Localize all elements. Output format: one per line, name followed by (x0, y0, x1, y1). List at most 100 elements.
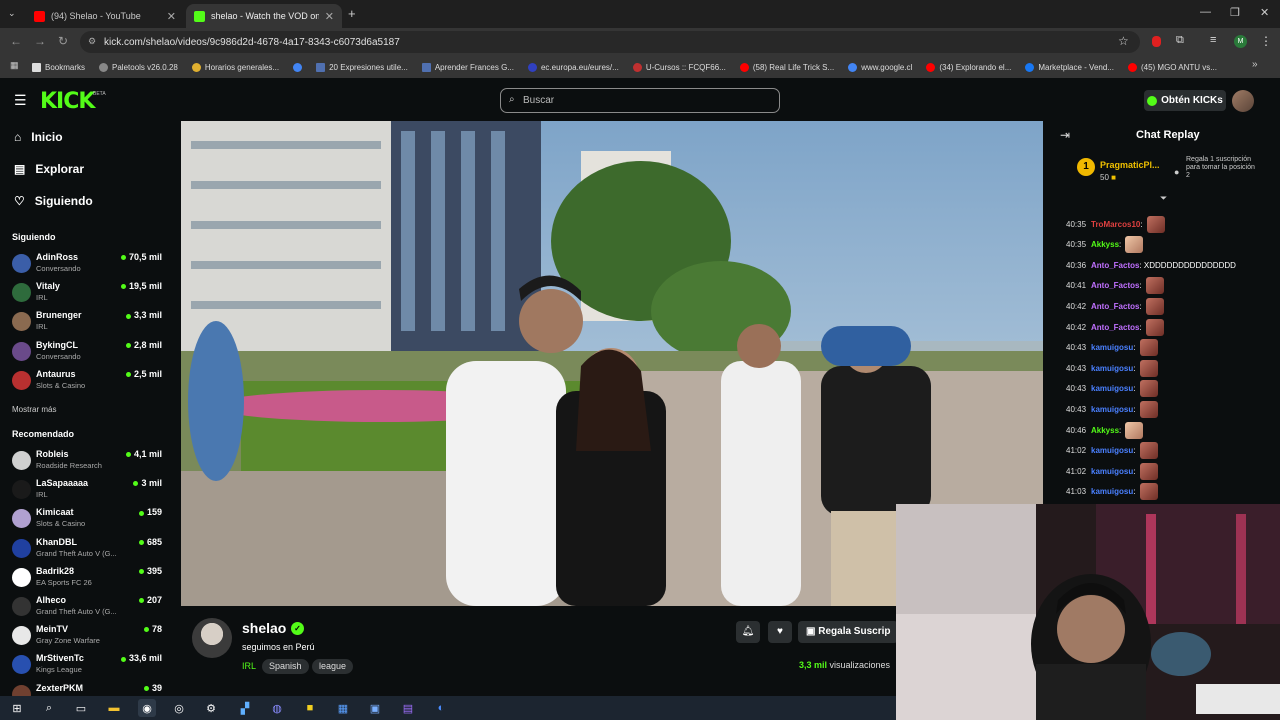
streamer-name[interactable]: shelao (242, 620, 286, 636)
app-icon[interactable]: ▞ (236, 699, 254, 717)
expand-chevron-icon[interactable]: ⏷ (1160, 193, 1167, 204)
bookmark-item[interactable]: Marketplace - Vend... (1025, 62, 1114, 72)
heart-follow-icon[interactable]: ♥ (768, 621, 792, 643)
user-avatar[interactable] (1232, 90, 1254, 112)
ea-app-icon[interactable]: ◐ (432, 699, 450, 717)
tag-pill[interactable]: Spanish (262, 659, 309, 674)
discord-icon[interactable]: ◍ (268, 699, 286, 717)
gift-sub-button[interactable]: ▣ Regala Suscrip (798, 621, 898, 643)
chat-username[interactable]: kamuigosu (1091, 364, 1133, 373)
new-tab-icon[interactable]: + (348, 6, 356, 21)
chat-username[interactable]: kamuigosu (1091, 343, 1133, 352)
forward-icon[interactable]: → (34, 34, 46, 48)
search-input[interactable]: ⌕ Buscar (500, 88, 780, 113)
sidebar-channel[interactable]: Kimicaat Slots & Casino 159 (12, 507, 162, 535)
chat-username[interactable]: Anto_Factos (1091, 261, 1139, 270)
chat-username[interactable]: kamuigosu (1091, 446, 1133, 455)
reload-icon[interactable]: ↻ (58, 34, 68, 48)
sidebar-channel[interactable]: LaSapaaaaa IRL 3 mil (12, 478, 162, 506)
bookmark-item[interactable]: Bookmarks (32, 62, 85, 72)
calendar-icon[interactable]: ▦ (334, 699, 352, 717)
bookmark-item[interactable] (293, 62, 303, 72)
nav-siguiendo[interactable]: ♡ Siguiendo (14, 194, 93, 208)
sidebar-channel[interactable]: Brunenger IRL 3,3 mil (12, 310, 162, 338)
tab-title: shelao - Watch the VOD on (211, 11, 319, 21)
bookmark-item[interactable]: (58) Real Life Trick S... (739, 62, 834, 72)
tab-kick[interactable]: shelao - Watch the VOD on ✕ (186, 4, 342, 28)
restore-icon[interactable]: ❐ (1230, 6, 1240, 19)
bell-icon[interactable]: 🔔︎ (736, 621, 760, 643)
star-icon[interactable]: ☆ (1118, 34, 1129, 48)
sidebar-channel[interactable]: Vitaly IRL 19,5 mil (12, 281, 162, 309)
close-icon[interactable]: ✕ (325, 10, 334, 23)
sidebar-channel[interactable]: Alheco Grand Theft Auto V (G... 207 (12, 595, 162, 623)
nav-inicio[interactable]: ⌂ Inicio (14, 130, 63, 144)
sidebar-channel[interactable]: Badrik28 EA Sports FC 26 395 (12, 566, 162, 594)
bookmark-item[interactable]: (34) Explorando el... (926, 62, 1011, 72)
chat-username[interactable]: kamuigosu (1091, 467, 1133, 476)
more-bookmarks-icon[interactable]: » (1252, 59, 1258, 70)
app-icon[interactable]: ◎ (170, 699, 188, 717)
bookmark-item[interactable]: Horarios generales... (191, 62, 279, 72)
chat-username[interactable]: Akkyss (1091, 240, 1119, 249)
site-info-icon[interactable]: ⚙ (88, 36, 96, 47)
get-kicks-button[interactable]: Obtén KICKs (1144, 90, 1226, 111)
extension-icon[interactable] (1152, 36, 1161, 47)
close-icon[interactable]: ✕ (167, 10, 176, 23)
windows-start-icon[interactable]: ⊞ (8, 699, 26, 717)
apps-grid-icon[interactable]: ▦ (10, 60, 19, 71)
bookmark-item[interactable]: (45) MGO ANTU vs... (1127, 62, 1217, 72)
show-more-link[interactable]: Mostrar más (12, 405, 56, 414)
nav-explorar[interactable]: ▤ Explorar (14, 162, 84, 176)
bookmark-item[interactable]: ec.europa.eu/eures/... (527, 62, 619, 72)
stream-category[interactable]: IRL (242, 661, 256, 671)
hamburger-menu-icon[interactable]: ☰ (14, 92, 27, 109)
url-field[interactable]: ⚙ kick.com/shelao/videos/9c986d2d-4678-4… (80, 31, 1140, 53)
tag-pill[interactable]: league (312, 659, 354, 674)
kick-logo[interactable]: KICK (40, 89, 95, 114)
bookmark-item[interactable]: www.google.cl (848, 62, 912, 72)
tab-youtube[interactable]: (94) Shelao - YouTube ✕ (26, 4, 184, 28)
profile-icon[interactable]: M (1234, 35, 1247, 48)
bookmark-item[interactable]: Aprender Frances G... (421, 62, 514, 72)
chat-username[interactable]: Anto_Factos (1091, 323, 1139, 332)
bookmark-item[interactable]: Paletools v26.0.28 (99, 62, 178, 72)
file-explorer-icon[interactable]: ▬ (105, 699, 123, 717)
sidebar-channel[interactable]: KhanDBL Grand Theft Auto V (G... 685 (12, 537, 162, 565)
top-gifter-name[interactable]: PragmaticPl... (1100, 160, 1160, 170)
menu-kebab-icon[interactable]: ⋮ (1260, 34, 1272, 48)
app-icon[interactable]: ▤ (399, 699, 417, 717)
youtube-icon (34, 10, 45, 22)
sidebar-channel[interactable]: Robleis Roadside Research 4,1 mil (12, 449, 162, 477)
bookmark-item[interactable]: U-Cursos :: FCQF66... (632, 62, 726, 72)
app-icon[interactable]: ▣ (366, 699, 384, 717)
chat-username[interactable]: TroMarcos10 (1091, 220, 1140, 229)
chat-username[interactable]: Anto_Factos (1091, 281, 1139, 290)
chrome-icon[interactable]: ◉ (138, 699, 156, 717)
sidebar-channel[interactable]: MrStivenTc Kings League 33,6 mil (12, 653, 162, 681)
back-icon[interactable]: ← (10, 34, 22, 48)
chat-username[interactable]: Anto_Factos (1091, 302, 1139, 311)
collapse-chat-icon[interactable]: ⇥ (1060, 128, 1070, 142)
sidebar-channel[interactable]: BykingCL Conversando 2,8 mil (12, 340, 162, 368)
extensions-puzzle-icon[interactable]: ⧉ (1176, 34, 1184, 47)
streamer-avatar[interactable] (192, 618, 232, 658)
chat-username[interactable]: Akkyss (1091, 426, 1119, 435)
tab-search-icon[interactable]: ⌄ (8, 8, 16, 19)
chat-emote (1125, 421, 1144, 439)
chat-username[interactable]: kamuigosu (1091, 405, 1133, 414)
youtube-icon (739, 62, 749, 72)
notes-icon[interactable]: ■ (301, 699, 319, 717)
sidebar-channel[interactable]: AdinRoss Conversando 70,5 mil (12, 252, 162, 280)
steam-icon[interactable]: ⚙ (202, 699, 220, 717)
search-icon[interactable]: ⌕ (40, 699, 58, 717)
chat-username[interactable]: kamuigosu (1091, 384, 1133, 393)
minimize-icon[interactable]: — (1200, 6, 1211, 18)
media-icon[interactable]: ≡ (1210, 34, 1216, 46)
sidebar-channel[interactable]: Antaurus Slots & Casino 2,5 mil (12, 369, 162, 397)
window-close-icon[interactable]: ✕ (1260, 6, 1269, 19)
bookmark-item[interactable]: 20 Expresiones utile... (316, 62, 408, 72)
chat-username[interactable]: kamuigosu (1091, 487, 1133, 496)
task-view-icon[interactable]: ▭ (72, 699, 90, 717)
sidebar-channel[interactable]: MeinTV Gray Zone Warfare 78 (12, 624, 162, 652)
